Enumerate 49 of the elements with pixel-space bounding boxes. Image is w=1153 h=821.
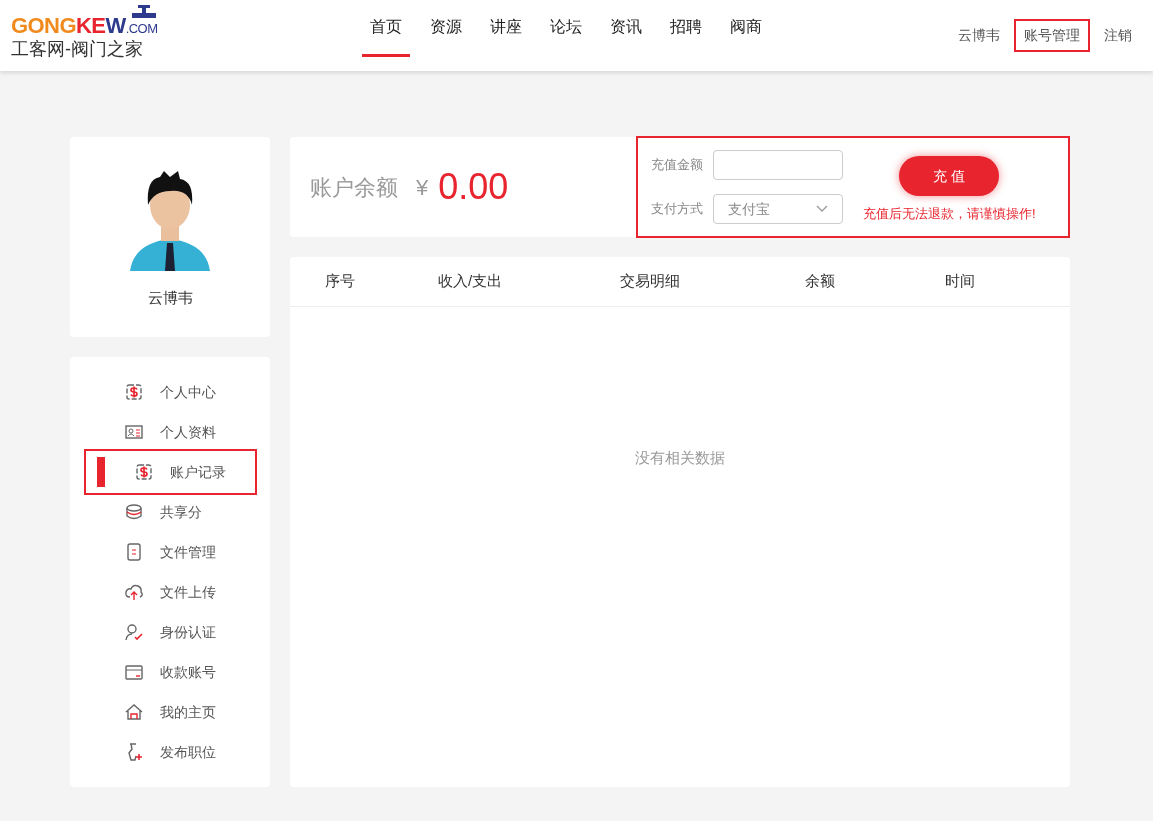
- menu-item[interactable]: 收款账号: [83, 652, 257, 692]
- chevron-down-icon: [816, 205, 828, 213]
- menu-item[interactable]: 共享分: [83, 492, 257, 532]
- active-indicator: [96, 457, 105, 487]
- user-check-icon: [123, 622, 144, 642]
- payment-method-select[interactable]: 支付宝: [713, 194, 843, 224]
- column-header: 收入/支出: [437, 271, 503, 292]
- column-header: 序号: [325, 271, 355, 292]
- nav-tab[interactable]: 资源: [422, 0, 470, 57]
- user-link[interactable]: 云博韦: [948, 19, 1010, 52]
- menu-item[interactable]: 个人中心: [83, 372, 257, 412]
- dollar-icon: [133, 462, 154, 482]
- nav-tab[interactable]: 首页: [362, 0, 410, 57]
- balance-amount: 0.00: [438, 165, 509, 209]
- logo-subtitle: 工客网-阀门之家: [11, 37, 144, 61]
- id-card-icon: [123, 422, 144, 442]
- refund-warning: 充值后无法退款，请谨慎操作!: [863, 205, 1036, 224]
- column-header: 时间: [945, 271, 975, 292]
- balance-label: 账户余额: [310, 173, 398, 202]
- valve-logo-icon: [129, 4, 158, 19]
- nav-tab[interactable]: 阀商: [722, 0, 770, 57]
- payment-method-label: 支付方式: [651, 200, 703, 219]
- menu-item[interactable]: 发布职位: [83, 732, 257, 772]
- menu-item[interactable]: 身份认证: [83, 612, 257, 652]
- user-link[interactable]: 账号管理: [1014, 19, 1090, 52]
- dollar-icon: [123, 382, 144, 402]
- nav-tab[interactable]: 招聘: [662, 0, 710, 57]
- user-link[interactable]: 注销: [1094, 19, 1142, 52]
- recharge-button[interactable]: 充 值: [899, 156, 1000, 197]
- menu-item[interactable]: 文件管理: [83, 532, 257, 572]
- column-header: 余额: [805, 271, 835, 292]
- cloud-upload-icon: [123, 582, 144, 602]
- currency-symbol: ¥: [416, 173, 429, 202]
- user-name: 云博韦: [147, 288, 193, 308]
- amount-label: 充值金额: [651, 156, 703, 175]
- nav-tab[interactable]: 资讯: [602, 0, 650, 57]
- menu-item[interactable]: 个人资料: [83, 412, 257, 452]
- card-icon: [123, 662, 144, 682]
- menu-item[interactable]: 文件上传: [83, 572, 257, 612]
- column-header: 交易明细: [620, 271, 680, 292]
- logo-wordmark[interactable]: GONGKEW.COM: [11, 14, 158, 37]
- nav-tab[interactable]: 论坛: [542, 0, 590, 57]
- menu-item[interactable]: 账户记录: [83, 449, 257, 495]
- database-icon: [123, 502, 144, 522]
- home-icon: [123, 702, 144, 722]
- amount-field[interactable]: [713, 150, 843, 180]
- empty-message: 没有相关数据: [635, 448, 725, 468]
- menu-item[interactable]: 我的主页: [83, 692, 257, 732]
- nav-tab[interactable]: 讲座: [482, 0, 530, 57]
